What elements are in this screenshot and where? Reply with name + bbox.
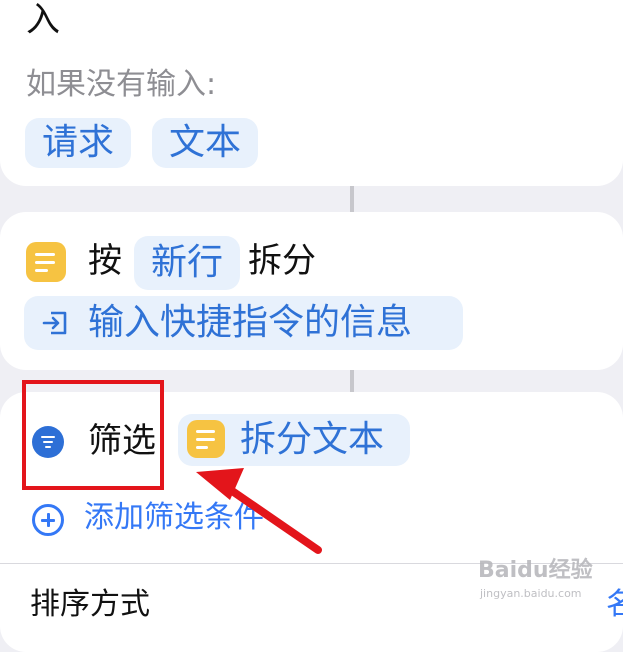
baidu-watermark: Baidu经验: [478, 558, 593, 583]
baidu-watermark-url: jingyan.baidu.com: [480, 587, 582, 600]
pointer-arrow-icon: [196, 468, 322, 554]
